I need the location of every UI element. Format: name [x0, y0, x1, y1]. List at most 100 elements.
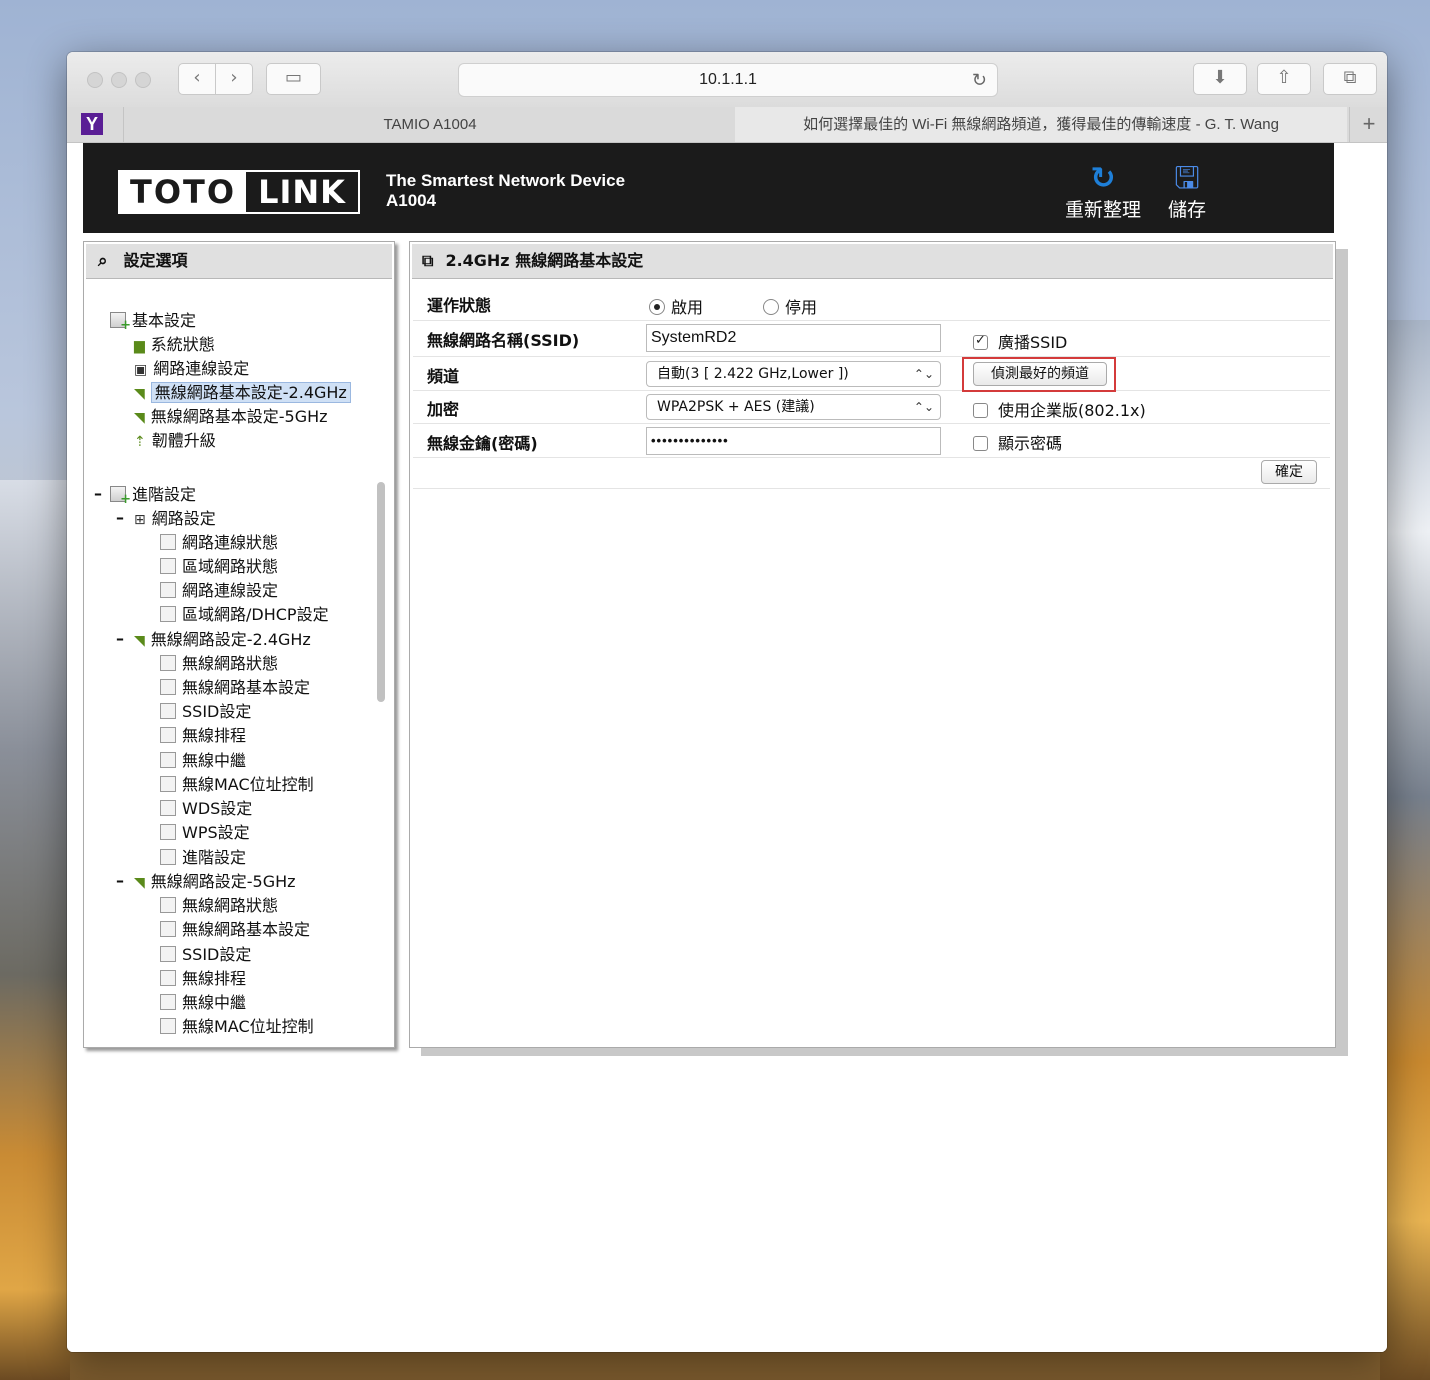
- collapse-network-icon[interactable]: –: [116, 508, 124, 527]
- address-bar[interactable]: 10.1.1.1 ↻: [458, 63, 998, 97]
- tree-wireless-24-basic[interactable]: ◥ 無線網路基本設定-2.4GHz: [134, 382, 351, 404]
- disable-label: 停用: [785, 298, 818, 317]
- tree-network-settings[interactable]: ⊞ 網路設定: [134, 508, 216, 530]
- tree-item[interactable]: 無線MAC位址控制: [160, 1016, 314, 1038]
- forward-button[interactable]: ›: [215, 63, 253, 95]
- tree-item[interactable]: 無線排程: [160, 968, 246, 990]
- model-text: A1004: [386, 191, 437, 210]
- broadcast-ssid-checkbox[interactable]: 廣播SSID: [973, 329, 1067, 353]
- tab-tamio[interactable]: TAMIO A1004: [123, 107, 737, 142]
- tree-item[interactable]: 無線網路基本設定: [160, 677, 310, 699]
- tree-label: 網路連線狀態: [182, 533, 279, 552]
- tree-label: 區域網路狀態: [182, 557, 279, 576]
- ssid-input[interactable]: SystemRD2: [646, 324, 941, 352]
- tree-label: 無線網路基本設定-5GHz: [150, 407, 328, 426]
- tree-basic[interactable]: 基本設定: [110, 310, 196, 332]
- page-icon: [160, 970, 176, 986]
- show-password-checkbox[interactable]: 顯示密碼: [973, 430, 1062, 454]
- close-window-button[interactable]: [87, 72, 103, 88]
- share-button[interactable]: ⇧: [1257, 63, 1311, 95]
- new-tab-button[interactable]: +: [1349, 107, 1387, 142]
- upgrade-icon: ⇡: [134, 434, 146, 450]
- tree-firmware[interactable]: ⇡ 韌體升級: [134, 430, 216, 452]
- tree-item[interactable]: SSID設定: [160, 701, 251, 723]
- save-icon: 🖫: [1174, 161, 1200, 196]
- channel-value: 自動(3 [ 2.422 GHz,Lower ]): [657, 366, 849, 382]
- tree-item[interactable]: 進階設定: [160, 847, 246, 869]
- page-icon: [160, 727, 176, 743]
- tree-item[interactable]: SSID設定: [160, 944, 251, 966]
- tree-wireless-24[interactable]: ◥ 無線網路設定-2.4GHz: [134, 629, 311, 651]
- page-icon: [160, 558, 176, 574]
- encryption-value: WPA2PSK + AES (建議): [657, 399, 815, 415]
- page-icon: [160, 703, 176, 719]
- browser-toolbar: ‹ › ▭ 10.1.1.1 ↻ ⬇ ⇧ ⧉: [67, 52, 1387, 108]
- refresh-button[interactable]: ↻ 重新整理: [1065, 163, 1141, 222]
- enterprise-checkbox[interactable]: 使用企業版(802.1x): [973, 397, 1146, 421]
- page-icon: [160, 1018, 176, 1034]
- panel-title: 2.4GHz 無線網路基本設定: [445, 251, 644, 270]
- tree-wireless-5-basic[interactable]: ◥ 無線網路基本設定-5GHz: [134, 406, 328, 428]
- select-arrows-icon: ⌃⌄: [913, 400, 934, 414]
- panel-header: ⧉ 2.4GHz 無線網路基本設定: [412, 244, 1333, 279]
- sidebar-toggle-button[interactable]: ▭: [266, 63, 321, 95]
- yahoo-favicon-icon[interactable]: Y: [81, 113, 103, 135]
- tab-blog[interactable]: 如何選擇最佳的 Wi-Fi 無線網路頻道，獲得最佳的傳輸速度 - G. T. W…: [735, 107, 1347, 142]
- tree-item[interactable]: WDS設定: [160, 798, 252, 820]
- tree-system-status[interactable]: ▆ 系統狀態: [134, 334, 215, 356]
- encryption-select[interactable]: WPA2PSK + AES (建議) ⌃⌄: [646, 394, 941, 420]
- tree-item[interactable]: 無線中繼: [160, 750, 246, 772]
- channel-row: 頻道 自動(3 [ 2.422 GHz,Lower ]) ⌃⌄ 偵測最好的頻道: [413, 357, 1330, 392]
- tree-wireless-5[interactable]: ◥ 無線網路設定-5GHz: [134, 871, 296, 893]
- tree-label-selected: 無線網路基本設定-2.4GHz: [150, 382, 351, 403]
- wifi-icon: ◥: [134, 410, 145, 426]
- enable-radio[interactable]: 啟用: [649, 294, 703, 318]
- page-content: TOTO LINK The Smartest Network Device A1…: [67, 143, 1387, 1352]
- zoom-window-button[interactable]: [135, 72, 151, 88]
- checkbox-unchecked-icon: [973, 436, 988, 451]
- tree-item[interactable]: 網路連線狀態: [160, 532, 278, 554]
- channel-label: 頻道: [427, 367, 460, 386]
- tree-item[interactable]: 網路連線設定: [160, 580, 278, 602]
- channel-select[interactable]: 自動(3 [ 2.422 GHz,Lower ]) ⌃⌄: [646, 361, 941, 387]
- settings-sidebar: ⌕ 設定選項 基本設定 ▆ 系統狀態 ▣ 網路連線設定 ◥ 無線網路基本設定-2.4GH…: [83, 241, 395, 1048]
- tree-item[interactable]: 無線MAC位址控制: [160, 774, 314, 796]
- tabs-overview-button[interactable]: ⧉: [1323, 63, 1377, 95]
- tabs-icon: ⧉: [1343, 67, 1357, 88]
- disable-radio[interactable]: 停用: [763, 294, 817, 318]
- minimize-window-button[interactable]: [111, 72, 127, 88]
- page-icon: [160, 679, 176, 695]
- tree-item[interactable]: 無線網路基本設定: [160, 919, 310, 941]
- tree-network-connection[interactable]: ▣ 網路連線設定: [134, 358, 249, 380]
- computer-icon: ▣: [134, 362, 148, 378]
- collapse-wireless5-icon[interactable]: –: [116, 871, 124, 890]
- collapse-wireless24-icon[interactable]: –: [116, 629, 124, 648]
- ok-button[interactable]: 確定: [1261, 460, 1317, 484]
- tree-label: 網路連線設定: [182, 581, 279, 600]
- tree-item[interactable]: 無線中繼: [160, 992, 246, 1014]
- reload-icon[interactable]: ↻: [972, 64, 987, 96]
- status-label: 運作狀態: [427, 296, 492, 315]
- page-icon: [160, 800, 176, 816]
- download-icon: ⬇: [1212, 67, 1228, 88]
- totolink-logo: TOTO LINK: [118, 170, 360, 214]
- page-icon: [160, 655, 176, 671]
- tree-item[interactable]: 無線網路狀態: [160, 653, 278, 675]
- password-input[interactable]: ••••••••••••••: [646, 427, 941, 455]
- sidebar-scrollbar[interactable]: [377, 482, 385, 702]
- downloads-button[interactable]: ⬇: [1193, 63, 1247, 95]
- back-button[interactable]: ‹: [178, 63, 216, 95]
- save-button[interactable]: 🖫 儲存: [1168, 163, 1206, 222]
- key-row: 無線金鑰(密碼) •••••••••••••• 顯示密碼: [413, 424, 1330, 458]
- collapse-advanced-icon[interactable]: –: [94, 484, 102, 503]
- tree-item[interactable]: 區域網路/DHCP設定: [160, 604, 329, 626]
- tree-item[interactable]: 無線網路狀態: [160, 895, 278, 917]
- tree-item[interactable]: WPS設定: [160, 822, 250, 844]
- url-text: 10.1.1.1: [699, 71, 757, 88]
- tree-label: 網路設定: [151, 509, 216, 528]
- tree-item[interactable]: 無線排程: [160, 725, 246, 747]
- tree-advanced[interactable]: 進階設定: [110, 484, 196, 506]
- tree-item[interactable]: 區域網路狀態: [160, 556, 278, 578]
- tree-label: 無線排程: [182, 969, 247, 988]
- chevron-left-icon: ‹: [193, 67, 201, 88]
